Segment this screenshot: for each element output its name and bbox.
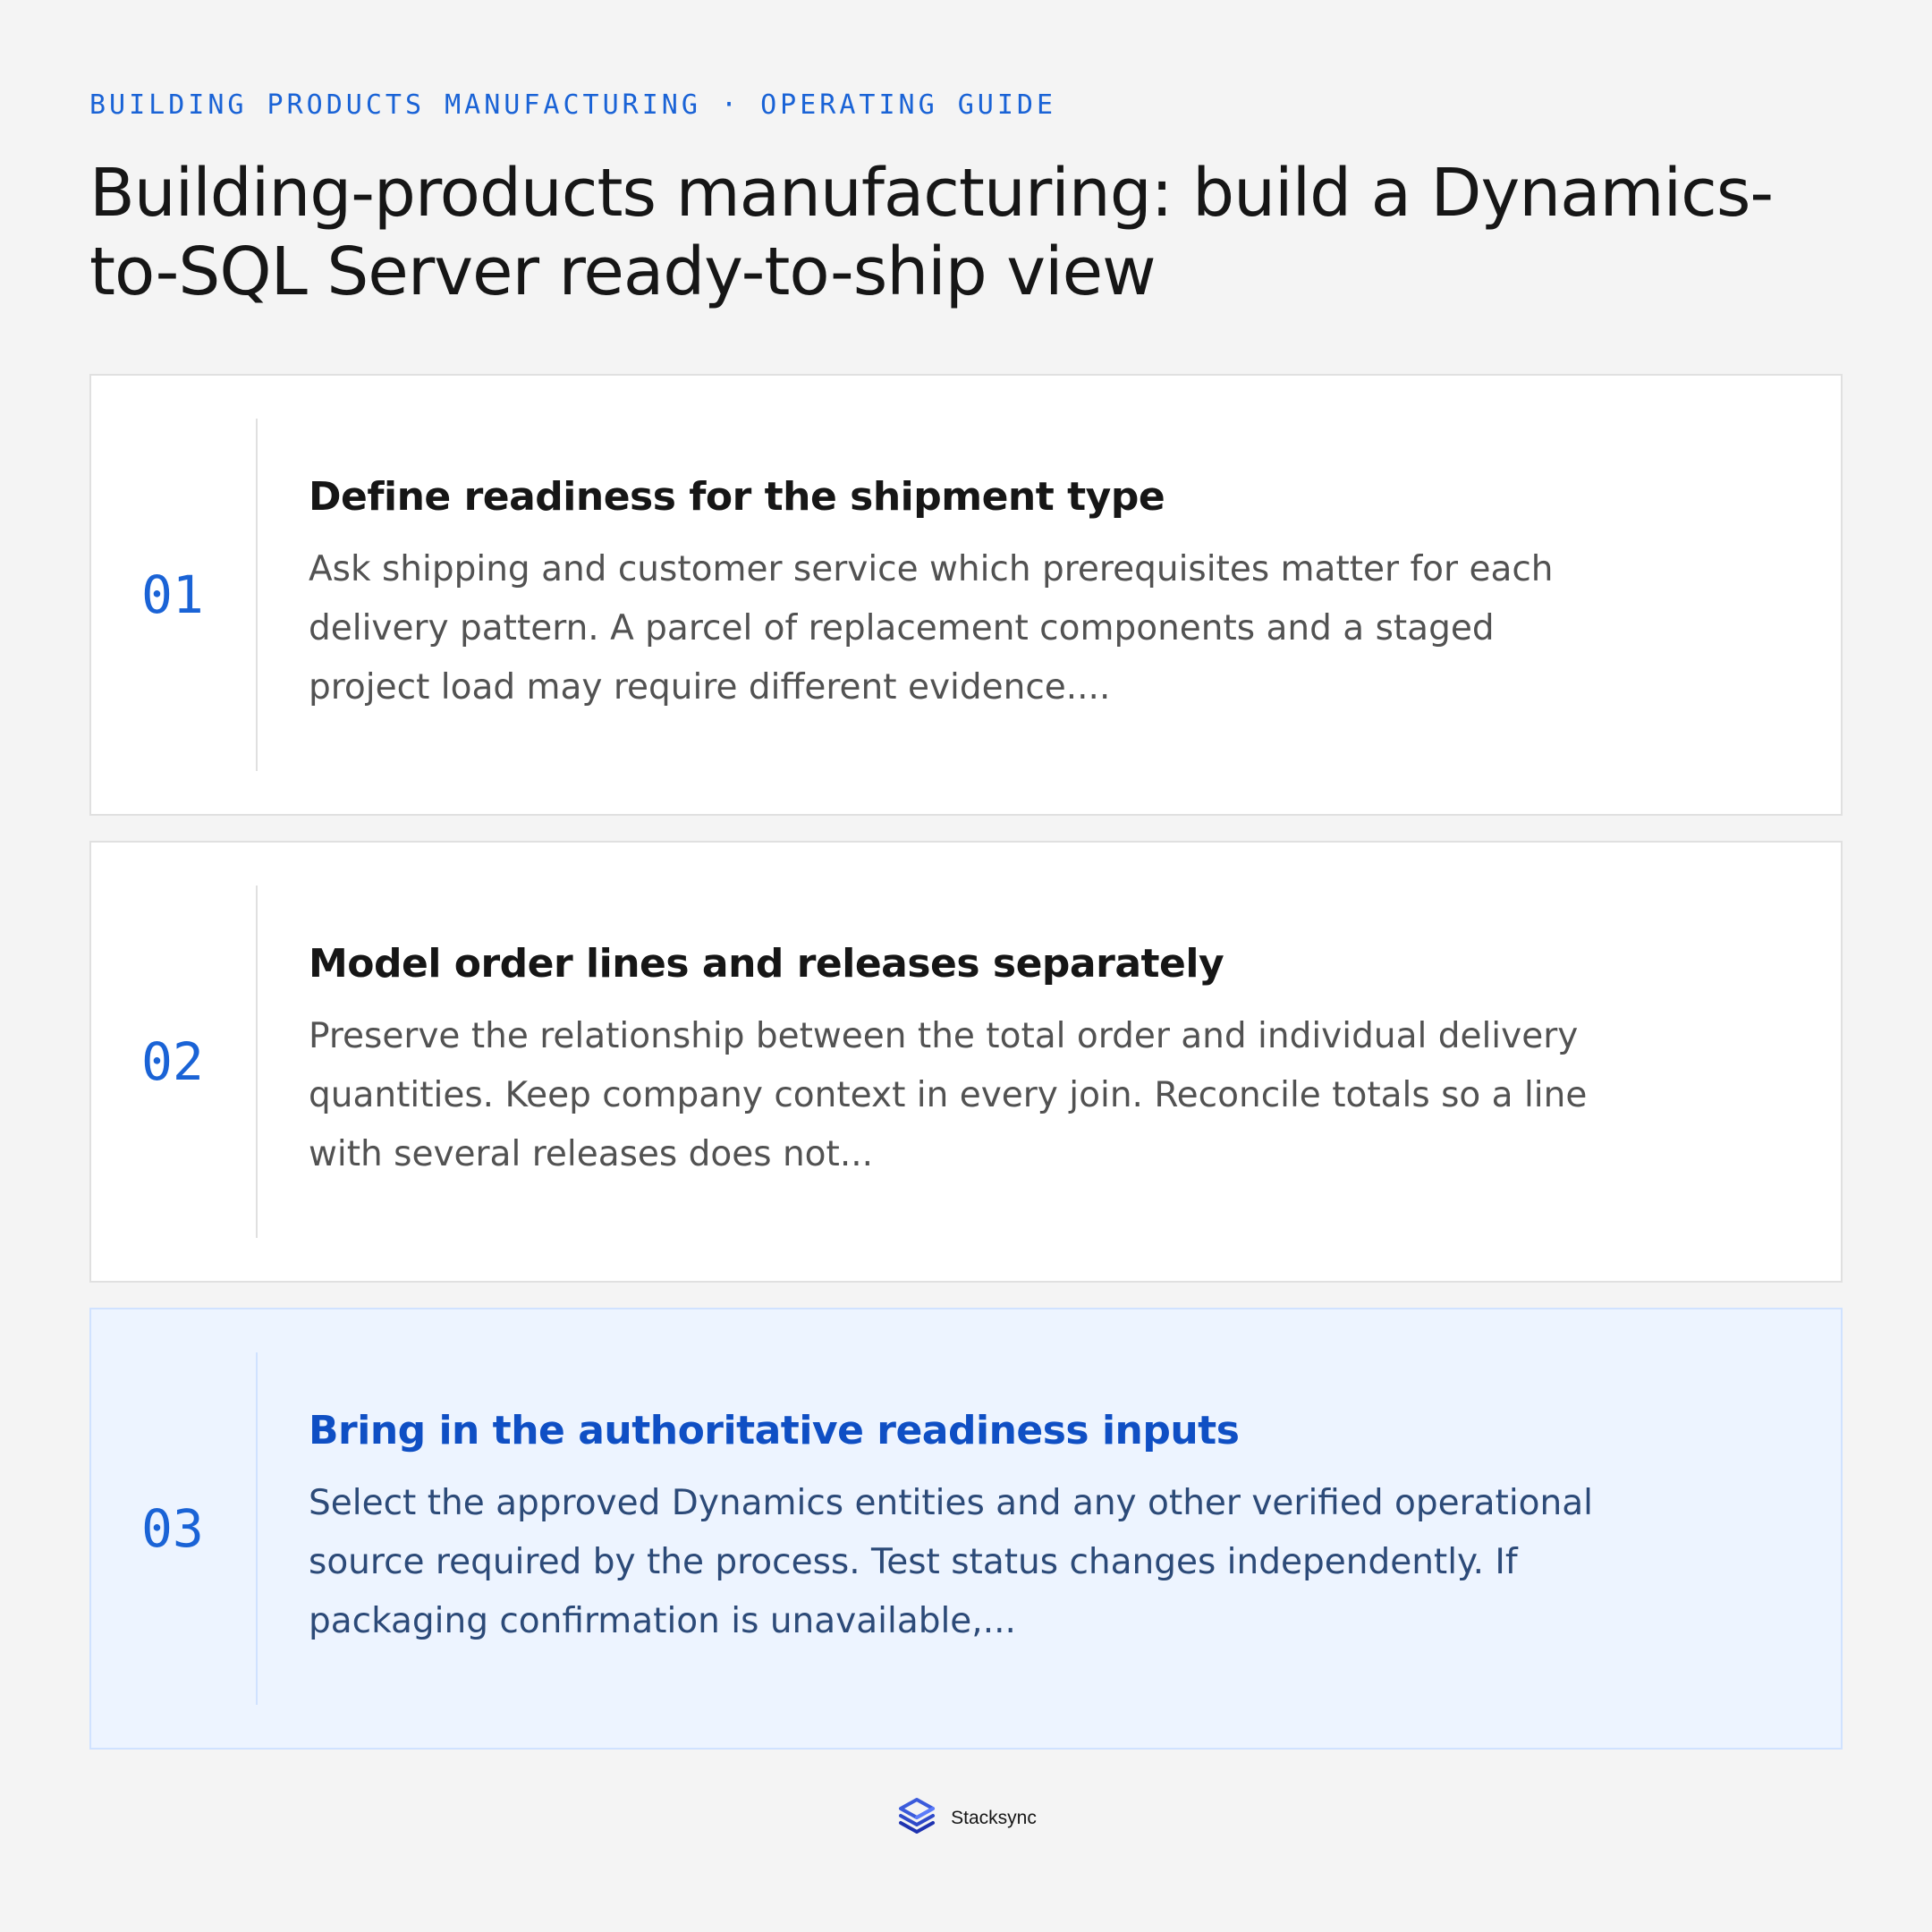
step-title: Bring in the authoritative readiness inp… [309, 1408, 1240, 1453]
eyebrow-label: BUILDING PRODUCTS MANUFACTURING · OPERAT… [89, 89, 1057, 121]
step-content: Define readiness for the shipment type A… [309, 376, 1614, 814]
step-divider [256, 419, 258, 771]
step-number: 01 [141, 564, 204, 625]
step-card-1[interactable]: 01 Define readiness for the shipment typ… [89, 374, 1843, 816]
step-description: Select the approved Dynamics entities an… [309, 1483, 1593, 1641]
step-divider [256, 886, 258, 1238]
step-description: Ask shipping and customer service which … [309, 549, 1554, 708]
step-divider [256, 1352, 258, 1705]
step-description: Preserve the relationship between the to… [309, 1016, 1588, 1174]
stacksync-logo-icon [899, 1798, 936, 1834]
step-title: Define readiness for the shipment type [309, 474, 1165, 520]
page-title: Building-products manufacturing: build a… [89, 155, 1774, 310]
step-card-3[interactable]: 03 Bring in the authoritative readiness … [89, 1308, 1843, 1750]
footer-logo: Stacksync [0, 1796, 1932, 1841]
step-card-2[interactable]: 02 Model order lines and releases separa… [89, 841, 1843, 1283]
step-content: Bring in the authoritative readiness inp… [309, 1309, 1614, 1748]
brand-name: Stacksync [951, 1808, 1037, 1828]
step-number: 03 [141, 1498, 204, 1559]
step-number: 02 [141, 1031, 204, 1092]
step-title: Model order lines and releases separatel… [309, 941, 1224, 987]
step-content: Model order lines and releases separatel… [309, 843, 1614, 1281]
